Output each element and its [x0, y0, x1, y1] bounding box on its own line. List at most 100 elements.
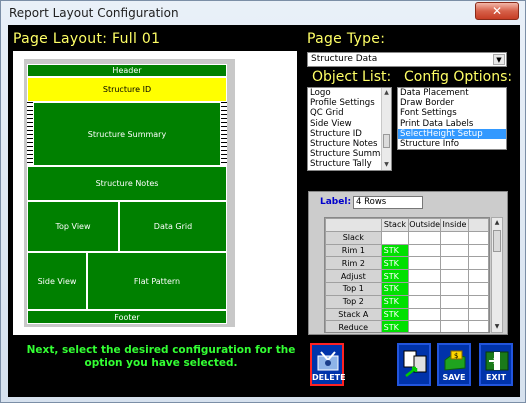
- exit-button[interactable]: EXIT: [479, 343, 513, 386]
- outside-cell[interactable]: [408, 320, 442, 332]
- config-option-item-selected[interactable]: SelectHeight Setup: [398, 128, 506, 140]
- table-row: Slack: [325, 230, 489, 245]
- config-option-item[interactable]: Draw Border: [398, 98, 506, 108]
- scroll-down-icon[interactable]: ▼: [382, 160, 391, 170]
- object-list-item[interactable]: Structure Tally: [308, 159, 391, 169]
- inside-cell[interactable]: [440, 307, 469, 322]
- config-option-item[interactable]: Data Placement: [398, 88, 506, 98]
- row-name[interactable]: Rim 1: [325, 243, 382, 258]
- row-name[interactable]: Top 2: [325, 294, 382, 309]
- left-resize-hatch[interactable]: [27, 102, 33, 166]
- empty-cell: [467, 294, 489, 309]
- save-button[interactable]: $ SAVE: [437, 343, 471, 386]
- object-list-item[interactable]: QC Grid: [308, 108, 391, 118]
- stack-cell[interactable]: STK: [380, 269, 410, 283]
- table-row: Top 1 STK: [325, 281, 489, 296]
- preview-page: Header Structure ID Structure Summary St…: [27, 64, 227, 324]
- object-list[interactable]: Logo Profile Settings QC Grid Side View …: [307, 87, 392, 171]
- object-list-item[interactable]: Side View: [308, 119, 391, 129]
- delete-button[interactable]: DELETE: [310, 343, 346, 386]
- outside-cell[interactable]: [408, 307, 442, 322]
- inside-cell[interactable]: [440, 269, 469, 283]
- object-list-item[interactable]: Logo: [308, 88, 391, 98]
- client-area: Page Layout: Full 01 Header Structure ID…: [8, 25, 520, 397]
- inside-cell[interactable]: [440, 320, 469, 332]
- grid-scrollbar[interactable]: ▲ ▼: [491, 217, 503, 333]
- block-flat-pattern[interactable]: Flat Pattern: [87, 252, 227, 310]
- block-data-grid[interactable]: Data Grid: [119, 201, 227, 252]
- config-option-item[interactable]: Structure Info: [398, 139, 506, 149]
- outside-cell[interactable]: [408, 294, 442, 309]
- row-name[interactable]: Reduce: [325, 320, 382, 332]
- main-window: Report Layout Configuration ✕ Page Layou…: [0, 0, 526, 403]
- row-name[interactable]: Top 1: [325, 281, 382, 296]
- stack-cell[interactable]: [380, 230, 410, 245]
- row-name[interactable]: Slack: [325, 230, 382, 245]
- label-input[interactable]: 4 Rows: [353, 196, 423, 209]
- scroll-down-icon[interactable]: ▼: [492, 322, 502, 332]
- window-title: Report Layout Configuration: [9, 6, 179, 20]
- stack-cell[interactable]: STK: [380, 320, 410, 332]
- object-list-scrollbar[interactable]: ▲ ▼: [381, 88, 391, 170]
- object-list-item[interactable]: Profile Settings: [308, 98, 391, 108]
- delete-icon: [317, 351, 339, 371]
- block-top-view[interactable]: Top View: [27, 201, 119, 252]
- stack-cell[interactable]: STK: [380, 294, 410, 309]
- page-type-title: Page Type:: [307, 31, 386, 47]
- column-header[interactable]: Outside: [408, 218, 442, 232]
- object-list-item[interactable]: Structure Notes: [308, 139, 391, 149]
- svg-text:$: $: [454, 352, 458, 360]
- empty-cell: [467, 320, 489, 332]
- row-name[interactable]: Rim 2: [325, 256, 382, 271]
- block-side-view[interactable]: Side View: [27, 252, 87, 310]
- scroll-up-icon[interactable]: ▲: [382, 88, 391, 98]
- stack-cell[interactable]: STK: [380, 243, 410, 258]
- table-row: Top 2 STK: [325, 294, 489, 309]
- outside-cell[interactable]: [408, 230, 442, 245]
- save-label: SAVE: [442, 373, 466, 382]
- exit-icon: [485, 351, 509, 371]
- block-structure-id[interactable]: Structure ID: [27, 77, 227, 102]
- column-header: [467, 218, 489, 232]
- outside-cell[interactable]: [408, 281, 442, 296]
- row-name[interactable]: Adjust: [325, 269, 382, 283]
- close-button[interactable]: ✕: [475, 2, 519, 20]
- column-header: [325, 218, 382, 232]
- block-header[interactable]: Header: [27, 64, 227, 77]
- outside-cell[interactable]: [408, 256, 442, 271]
- scroll-thumb[interactable]: [493, 230, 501, 252]
- outside-cell[interactable]: [408, 269, 442, 283]
- config-options-list[interactable]: Data Placement Draw Border Font Settings…: [397, 87, 507, 150]
- object-list-item[interactable]: Structure Summar: [308, 149, 391, 159]
- chevron-down-icon[interactable]: ▼: [493, 54, 505, 65]
- stack-cell[interactable]: STK: [380, 281, 410, 296]
- object-list-title: Object List:: [312, 69, 392, 85]
- config-options-title: Config Options:: [404, 69, 513, 85]
- column-header[interactable]: Stack: [380, 218, 410, 232]
- table-row: Rim 2 STK: [325, 256, 489, 271]
- page-type-dropdown[interactable]: Structure Data ▼: [307, 52, 507, 67]
- inside-cell[interactable]: [440, 256, 469, 271]
- right-resize-hatch[interactable]: [221, 102, 227, 166]
- outside-cell[interactable]: [408, 243, 442, 258]
- column-header[interactable]: Inside: [440, 218, 469, 232]
- config-option-item[interactable]: Font Settings: [398, 108, 506, 118]
- stack-cell[interactable]: STK: [380, 256, 410, 271]
- config-option-item[interactable]: Print Data Labels: [398, 119, 506, 129]
- instruction-text: Next, select the desired configuration f…: [26, 344, 296, 369]
- inside-cell[interactable]: [440, 294, 469, 309]
- object-list-item[interactable]: Structure ID: [308, 129, 391, 139]
- stack-cell[interactable]: STK: [380, 307, 410, 322]
- inside-cell[interactable]: [440, 281, 469, 296]
- scroll-up-icon[interactable]: ▲: [492, 218, 502, 228]
- row-name[interactable]: Stack A: [325, 307, 382, 322]
- inside-cell[interactable]: [440, 230, 469, 245]
- block-footer[interactable]: Footer: [27, 310, 227, 324]
- move-to-page-button[interactable]: [397, 343, 431, 386]
- scroll-thumb[interactable]: [383, 134, 390, 148]
- title-bar: Report Layout Configuration ✕: [1, 1, 525, 25]
- inside-cell[interactable]: [440, 243, 469, 258]
- block-structure-notes[interactable]: Structure Notes: [27, 166, 227, 201]
- empty-cell: [467, 230, 489, 245]
- block-structure-summary[interactable]: Structure Summary: [33, 102, 221, 166]
